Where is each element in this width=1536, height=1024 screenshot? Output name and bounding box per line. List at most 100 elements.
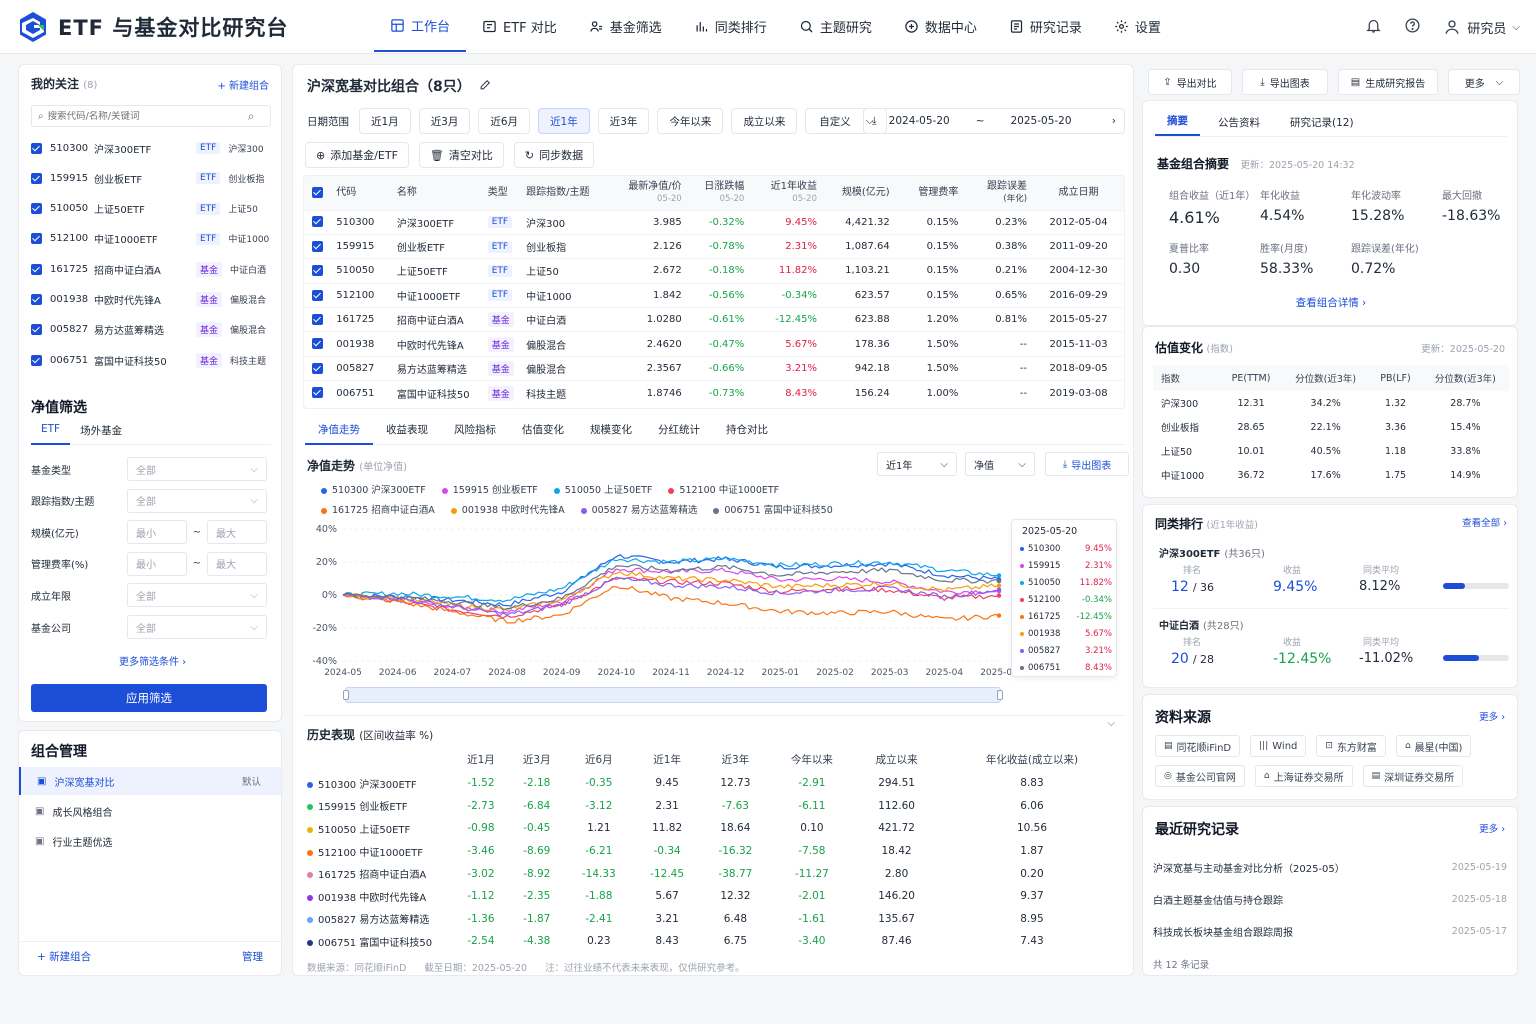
source-button[interactable]: ⌂ 晨星(中国) [1395,735,1472,757]
filter-select[interactable]: 全部 ⌵ [127,488,267,513]
watch-item[interactable]: 161725 招商中证白酒A 基金 中证白酒 [31,258,271,280]
source-button[interactable]: ⌂ 上海证券交易所 [1254,765,1353,787]
source-button[interactable]: ▤ 深圳证券交易所 [1362,765,1464,787]
filter-max-input[interactable]: 最大 [207,551,267,576]
range-button[interactable]: 近1月 [359,108,411,134]
sub-tab[interactable]: 净值走势 [305,419,373,445]
row-check[interactable] [304,210,330,234]
record-item[interactable]: 沪深宽基与主动基金对比分析（2025-05） 2025-05-19 [1153,855,1507,879]
nav-item-5[interactable]: 数据中心 [888,0,993,52]
right-action-button[interactable]: 更多 ⌵ [1448,69,1520,95]
right-tab[interactable]: 研究记录(12) [1278,115,1366,136]
checkbox[interactable] [31,233,42,245]
filter-select[interactable]: 全部 ⌵ [127,615,267,639]
row-check[interactable] [304,259,330,283]
group-item[interactable]: ▣ 行业主题优选 [19,827,281,855]
checkbox[interactable] [31,172,42,184]
source-button[interactable]: ⊡ 东方财富 [1316,735,1386,757]
range-button[interactable]: 成立以来 [731,108,798,134]
peer-item[interactable]: 中证白酒 (共28只) 排名 收益 同类平均 20/ 28 -12.45% -11.02% [1153,615,1509,681]
watch-item[interactable]: 159915 创业板ETF ETF 创业板指 [31,167,271,189]
record-item[interactable]: 科技成长板块基金组合跟踪周报 2025-05-17 [1153,919,1507,943]
row-check[interactable] [304,234,330,258]
records-more-link[interactable]: 更多 › [1479,821,1505,835]
checkbox[interactable] [31,142,42,154]
range-button[interactable]: 今年以来 [657,108,724,134]
history-row[interactable]: 005827 易方达蓝筹精选 -1.36 -1.87 -2.41 3.21 6.48 -1.… [303,908,1125,931]
collapse-chevron-icon[interactable]: ⌵ [1107,718,1115,729]
slider-handle-right[interactable] [997,690,1003,700]
nav-item-0[interactable]: 工作台 [374,0,467,52]
filter-tab-etf[interactable]: ETF [31,423,71,445]
add-fund-button[interactable]: ⊕ 添加基金/ETF [305,142,409,168]
checkbox[interactable] [31,294,42,305]
peer-item[interactable]: 沪深300ETF (共36只) 排名 收益 同类平均 12/ 36 9.45% 8.12% [1153,543,1509,609]
source-button[interactable]: ▤ 同花顺iFinD [1155,735,1241,757]
filter-select[interactable]: 全部 ⌵ [127,457,267,481]
row-check[interactable] [304,308,330,332]
nav-item-1[interactable]: ETF 对比 [466,0,573,52]
apply-filter-button[interactable]: 应用筛选 [31,684,267,712]
filter-min-input[interactable]: 最小 [127,520,187,545]
sources-more-link[interactable]: 更多 › [1479,709,1505,723]
watch-item[interactable]: 510050 上证50ETF ETF 上证50 [31,198,271,220]
checkbox[interactable] [311,289,323,301]
checkbox[interactable] [31,203,42,215]
table-row[interactable]: 001938 中欧时代先锋A 基金 偏股混合 2.4620 -0.47% 5.67% 178.… [304,331,1124,356]
checkbox[interactable] [31,263,42,275]
table-row[interactable]: 159915 创业板ETF ETF 创业板指 2.126 -0.78% 2.31% 1,087… [304,234,1124,258]
range-button[interactable]: 近3年 [597,108,650,134]
sub-tab[interactable]: 持仓对比 [713,419,781,445]
header-check[interactable] [304,176,330,210]
sub-tab[interactable]: 风险指标 [441,419,509,445]
legend-item[interactable]: 512100 中证1000ETF [668,481,779,501]
legend-item[interactable]: 005827 易方达蓝筹精选 [580,501,697,521]
legend-item[interactable]: 001938 中欧时代先锋A [450,501,565,521]
date-picker[interactable]: ⤓ 2024-05-20 ~ 2025-05-20 › [863,108,1125,134]
group-item[interactable]: ▣ 成长风格组合 [19,797,281,825]
nav-item-6[interactable]: 研究记录 [993,0,1098,52]
right-action-button[interactable]: ⇪ 导出对比 [1148,69,1232,95]
table-row[interactable]: 510050 上证50ETF ETF 上证50 2.672 -0.18% 11.82% 1,1… [304,258,1124,283]
row-check[interactable] [304,332,330,356]
checkbox[interactable] [311,314,323,325]
history-row[interactable]: 001938 中欧时代先锋A -1.12 -2.35 -1.88 5.67 12.32 -2… [303,885,1125,908]
table-row[interactable]: 005827 易方达蓝筹精选 基金 偏股混合 2.3567 -0.66% 3.21% 942.… [304,356,1124,380]
range-button[interactable]: 近1年 [538,108,590,134]
checkbox[interactable] [311,216,323,228]
help-icon[interactable] [1404,17,1421,38]
legend-item[interactable]: 510050 上证50ETF [553,481,652,501]
table-row[interactable]: 510300 沪深300ETF ETF 沪深300 3.985 -0.32% 9.45% 4,… [304,210,1124,234]
sub-tab[interactable]: 规模变化 [577,419,645,445]
chart-range-slider[interactable] [343,687,1003,703]
range-button[interactable]: 近3月 [418,108,471,134]
clear-compare-button[interactable]: 🗑 清空对比 [418,142,504,168]
watch-item[interactable]: 510300 沪深300ETF ETF 沪深300 [31,137,271,159]
nav-item-4[interactable]: 主题研究 [783,0,888,52]
source-button[interactable]: ◎ 基金公司官网 [1155,765,1245,787]
checkbox[interactable] [31,354,42,366]
checkbox[interactable] [311,187,323,198]
more-filters-link[interactable]: 更多筛选条件 › [119,653,186,668]
manage-groups-button[interactable]: 管理 [242,949,263,964]
checkbox[interactable] [311,265,323,277]
table-row[interactable]: 512100 中证1000ETF ETF 中证1000 1.842 -0.56% -0.34… [304,283,1124,307]
history-row[interactable]: 161725 招商中证白酒A -3.02 -8.92 -14.33 -12.45 -38.… [303,862,1125,885]
nav-item-2[interactable]: 基金筛选 [573,0,678,52]
history-row[interactable]: 510050 上证50ETF -0.98 -0.45 1.21 11.82 18.64 0.… [303,817,1125,840]
view-detail-link[interactable]: 查看组合详情 › [1143,295,1519,310]
history-row[interactable]: 006751 富国中证科技50 -2.54 -4.38 0.23 8.43 6.75 -3.… [303,930,1125,953]
sync-data-button[interactable]: ↻ 同步数据 [513,142,595,168]
new-group-link[interactable]: + 新建组合 [217,77,269,92]
legend-item[interactable]: 510300 沪深300ETF [321,481,426,501]
right-tab[interactable]: 公告资料 [1206,115,1272,136]
watch-search-input[interactable] [47,110,248,122]
user-menu[interactable]: 研究员 ⌵ [1443,18,1520,37]
history-row[interactable]: 510300 沪深300ETF -1.52 -2.18 -0.35 9.45 12.73 -… [303,772,1125,795]
legend-item[interactable]: 006751 富国中证科技50 [713,501,833,521]
row-check[interactable] [304,283,330,307]
filter-tab-otc[interactable]: 场外基金 [70,423,132,444]
watch-item[interactable]: 005827 易方达蓝筹精选 基金 偏股混合 [31,319,271,341]
slider-handle-left[interactable] [343,690,349,700]
filter-max-input[interactable]: 最大 [207,520,267,545]
